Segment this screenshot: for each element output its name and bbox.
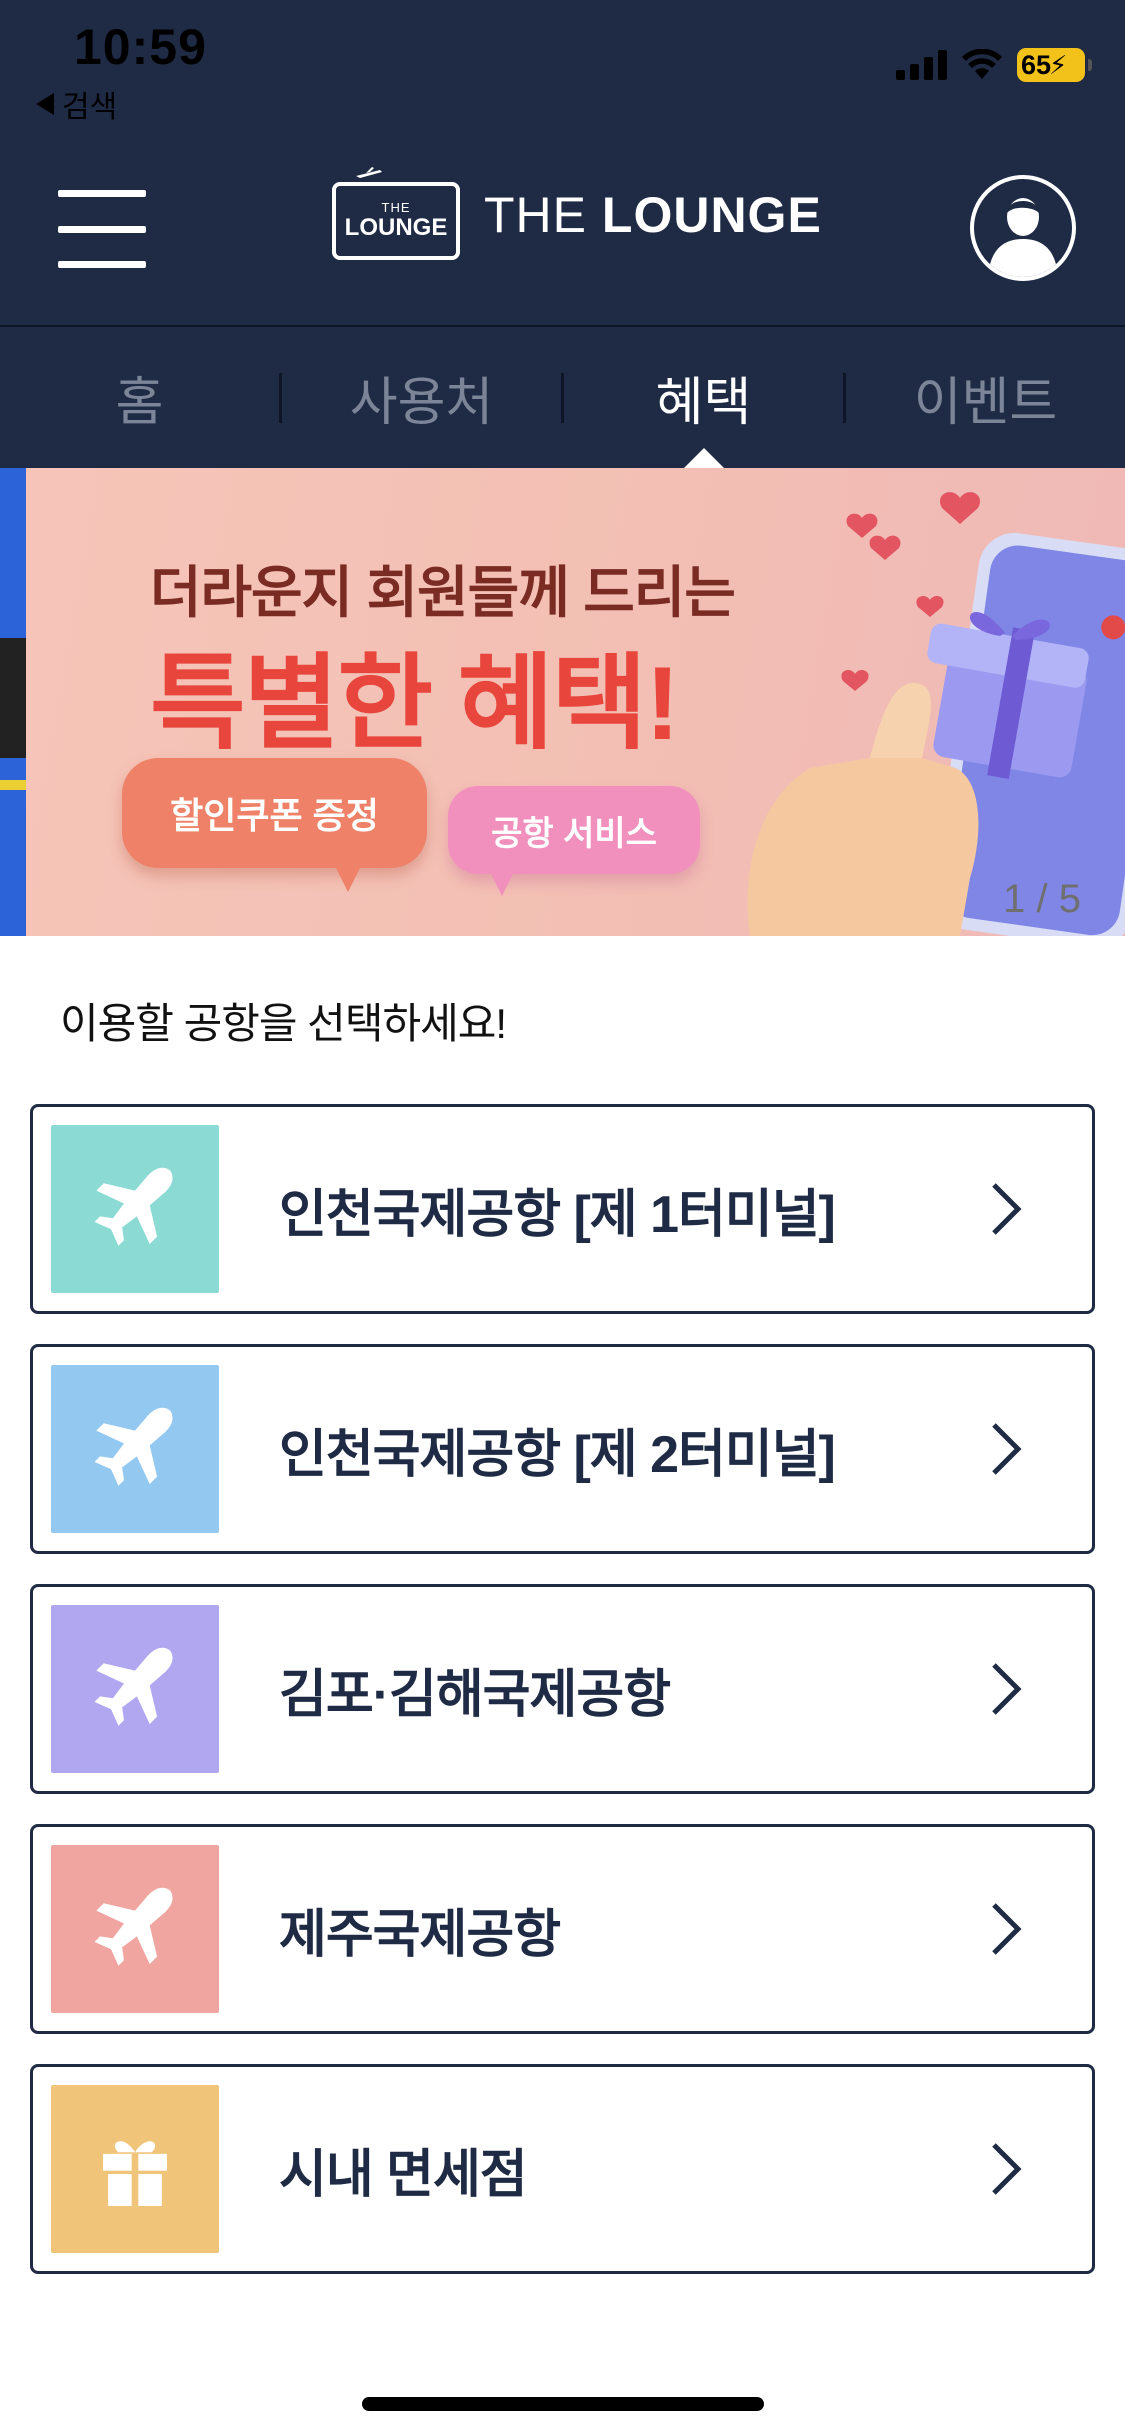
active-tab-indicator (684, 448, 724, 468)
chevron-right-icon (992, 2143, 1022, 2195)
previous-banner-peek[interactable] (0, 468, 26, 936)
wifi-icon (962, 49, 1002, 79)
logo-text-light: THE (484, 187, 602, 243)
battery-icon: 65 ⚡ (1017, 48, 1092, 82)
gift-icon (103, 2141, 167, 2206)
list-item-gimpo-gimhae[interactable]: 김포·김해국제공항 (30, 1584, 1095, 1794)
banner-subtitle: 더라운지 회원들께 드리는 (150, 561, 736, 624)
user-profile-icon (988, 198, 1058, 277)
airport-tile (51, 2085, 219, 2253)
list-item-label: 인천국제공항 [제 1터미널] (279, 1185, 836, 1244)
airport-tile (51, 1845, 219, 2013)
hamburger-menu-icon (58, 190, 146, 197)
list-item-label: 시내 면세점 (279, 2145, 528, 2204)
tab-events[interactable]: 이벤트 (846, 327, 1125, 468)
section-title: 이용할 공항을 선택하세요! (60, 1000, 507, 1047)
tab-venues[interactable]: 사용처 (282, 327, 561, 468)
airport-service-speech-bubble: 공항 서비스 (448, 786, 700, 896)
list-item-duty-free[interactable]: 시내 면세점 (30, 2064, 1095, 2274)
logo-badge-small-text: THE (381, 200, 411, 215)
airplane-icon (94, 1887, 173, 1966)
cellular-signal-icon (896, 50, 947, 80)
tab-home[interactable]: 홈 (0, 327, 279, 468)
chevron-right-icon (992, 1423, 1022, 1475)
chevron-right-icon (992, 1183, 1022, 1235)
list-item-incheon-t2[interactable]: 인천국제공항 [제 2터미널] (30, 1344, 1095, 1554)
status-time: 10:59 (74, 19, 207, 75)
tab-benefits[interactable]: 혜택 (564, 327, 843, 468)
home-indicator[interactable] (362, 2397, 764, 2411)
list-item-incheon-t1[interactable]: 인천국제공항 [제 1터미널] (30, 1104, 1095, 1314)
airport-tile (51, 1365, 219, 1533)
logo-badge: THE LOUNGE (332, 167, 460, 260)
list-item-jeju[interactable]: 제주국제공항 (30, 1824, 1095, 2034)
banner-page-counter: 1 / 5 (1003, 877, 1081, 921)
status-bar: 10:59 검색 65 ⚡ (0, 0, 1125, 150)
hamburger-menu-button[interactable] (58, 190, 146, 268)
back-arrow-icon (36, 93, 54, 115)
main-tab-bar: 홈 사용처 혜택 이벤트 (0, 325, 1125, 468)
profile-button[interactable] (970, 175, 1076, 281)
back-to-search-link[interactable]: 검색 (36, 82, 117, 126)
airplane-icon (94, 1167, 173, 1246)
battery-level: 65 (1021, 49, 1052, 80)
status-indicators: 65 ⚡ (896, 48, 1092, 82)
app-logo[interactable]: THE LOUNGE THE LOUNGE (332, 167, 822, 260)
airport-tile (51, 1605, 219, 1773)
phone-gift-illustration (747, 492, 1125, 936)
chevron-right-icon (992, 1903, 1022, 1955)
airport-tile (51, 1125, 219, 1293)
airplane-icon (94, 1407, 173, 1486)
list-item-label: 김포·김해국제공항 (279, 1665, 671, 1724)
logo-badge-big-text: LOUNGE (344, 214, 448, 241)
logo-wordmark: THE LOUNGE (484, 186, 822, 244)
logo-text-bold: LOUNGE (601, 187, 822, 243)
promo-banner-carousel[interactable]: 더라운지 회원들께 드리는 특별한 혜택! 할인쿠폰 증정 공항 서비스 1 /… (0, 468, 1125, 936)
logo-plane-icon (356, 167, 382, 178)
banner-headline: 특별한 혜택! (150, 646, 680, 762)
list-item-label: 제주국제공항 (279, 1905, 561, 1964)
chevron-right-icon (992, 1663, 1022, 1715)
list-item-label: 인천국제공항 [제 2터미널] (279, 1425, 836, 1484)
airplane-icon (94, 1647, 173, 1726)
charging-bolt-icon: ⚡ (1049, 49, 1068, 80)
back-link-label: 검색 (62, 91, 118, 124)
app-header: THE LOUNGE THE LOUNGE (0, 150, 1125, 325)
airport-list: 인천국제공항 [제 1터미널] 인천국제공항 [제 2터미널] 김포·김해국제공… (30, 1104, 1095, 2304)
coupon-speech-bubble: 할인쿠폰 증정 (122, 758, 427, 892)
